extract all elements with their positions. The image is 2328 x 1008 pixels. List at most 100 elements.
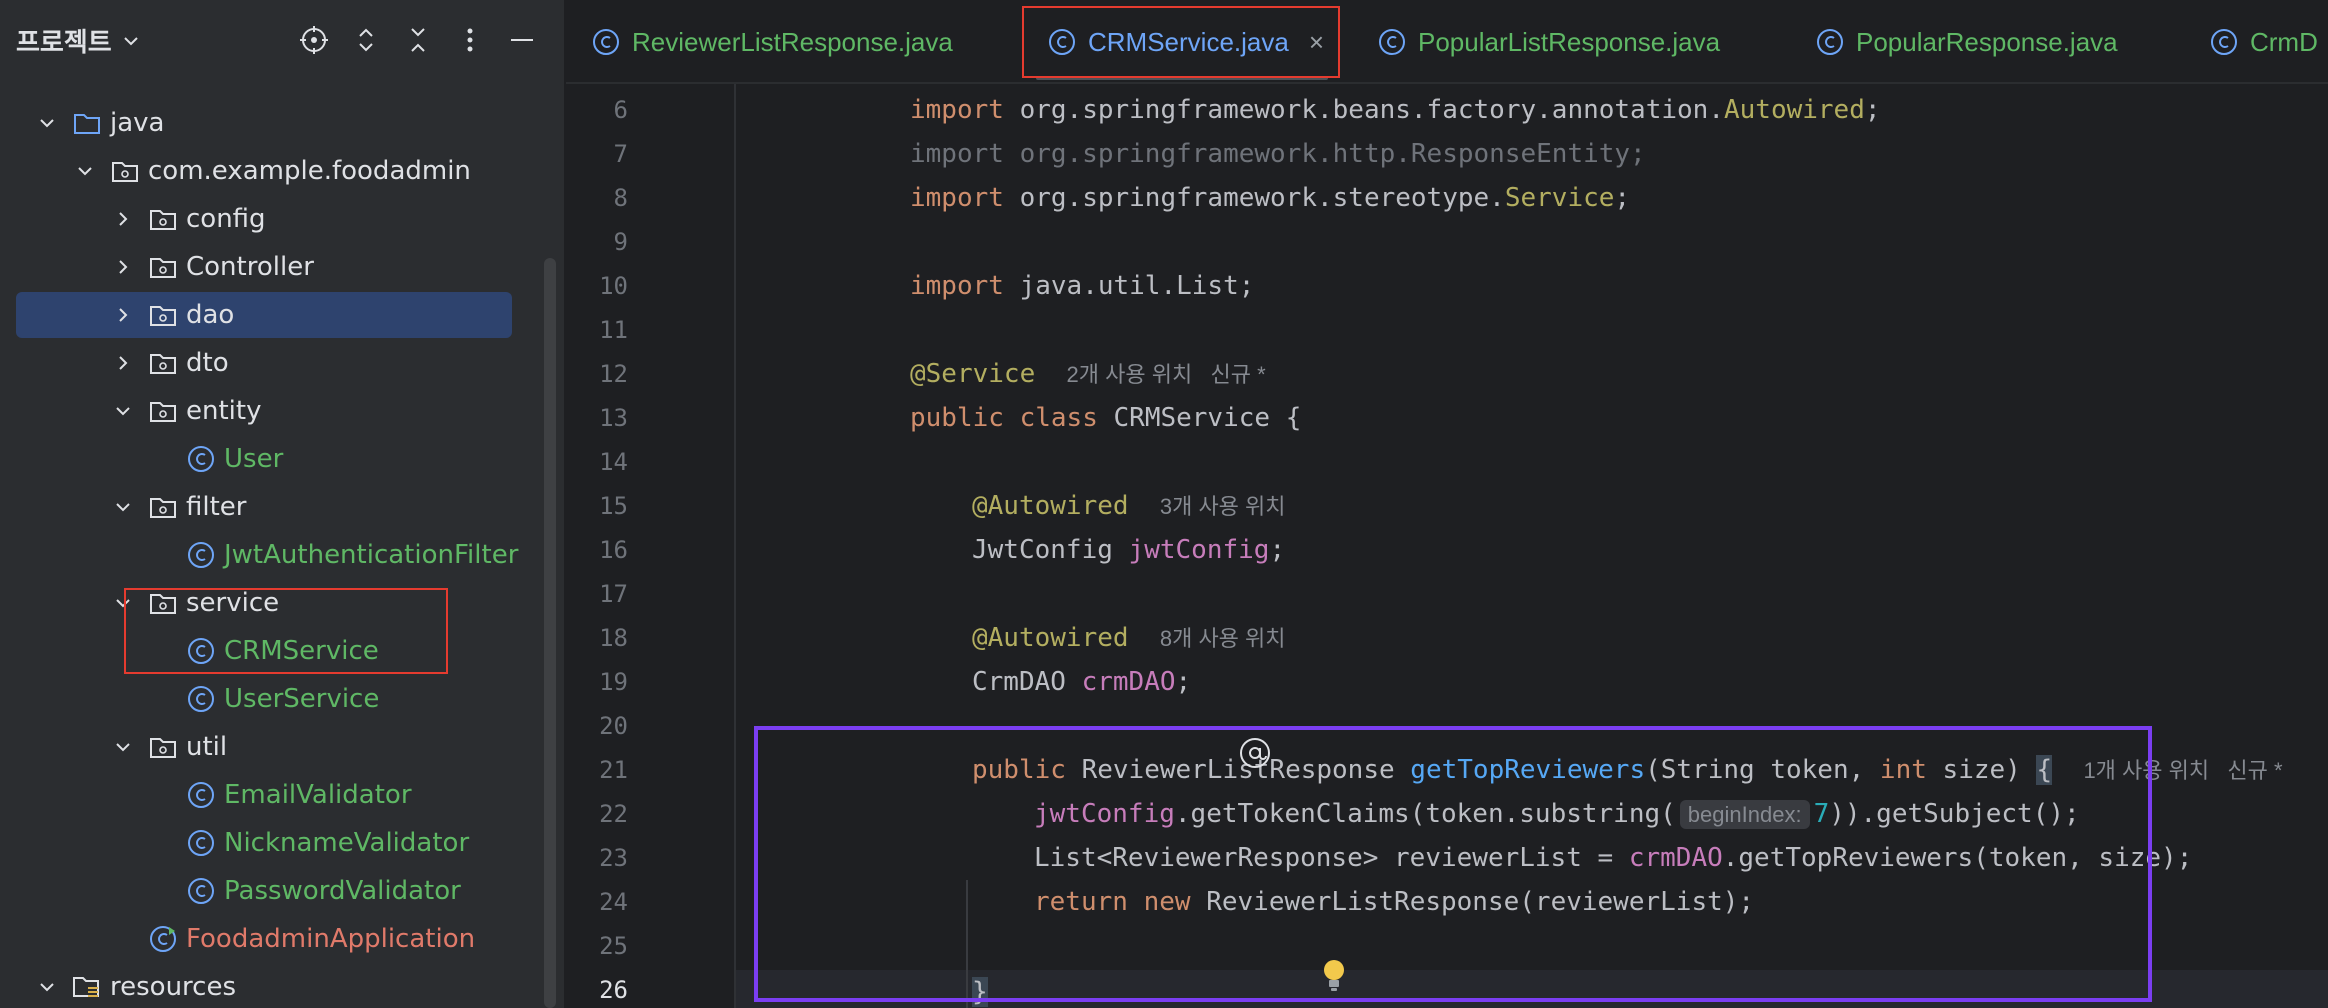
class-icon — [186, 684, 216, 714]
more-options-icon[interactable] — [452, 22, 488, 58]
line-number: 13 — [599, 404, 628, 432]
editor-tab-bar: ReviewerListResponse.java CRMService.jav… — [566, 0, 2328, 84]
code-line-7: import org.springframework.http.Response… — [910, 139, 1646, 169]
tree-item-foodadminapplication[interactable]: FoodadminApplication — [0, 918, 540, 960]
code-line-10: import java.util.List; — [910, 271, 1255, 301]
code-line-8: import org.springframework.stereotype.Se… — [910, 183, 1631, 213]
tree-item-label: FoodadminApplication — [186, 924, 476, 954]
resources-folder-icon — [72, 972, 102, 1002]
line-number: 14 — [599, 448, 628, 476]
tree-item-label: PasswordValidator — [224, 876, 461, 906]
tree-item-passwordvalidator[interactable]: PasswordValidator — [0, 870, 540, 912]
package-icon — [148, 300, 178, 330]
line-number: 22 — [599, 800, 628, 828]
usages-hint[interactable]: 2개 사용 위치 신규 * — [1067, 362, 1266, 387]
package-icon — [148, 492, 178, 522]
class-icon — [2210, 28, 2238, 56]
project-view-selector[interactable]: 프로젝트 — [16, 22, 140, 59]
tree-item-label: JwtAuthenticationFilter — [224, 540, 519, 570]
chevron-down-icon[interactable] — [112, 496, 134, 518]
tree-item-emailvalidator[interactable]: EmailValidator — [0, 774, 540, 816]
class-icon — [186, 444, 216, 474]
tree-item-label: config — [186, 204, 266, 234]
collapse-all-icon[interactable] — [400, 22, 436, 58]
package-icon — [148, 204, 178, 234]
chevron-right-icon[interactable] — [112, 256, 134, 278]
tree-item-java[interactable]: java — [0, 102, 540, 144]
tree-item-config[interactable]: config — [0, 198, 540, 240]
chevron-down-icon[interactable] — [36, 112, 58, 134]
tree-item-nicknamevalidator[interactable]: NicknameValidator — [0, 822, 540, 864]
tree-item-label: filter — [186, 492, 247, 522]
project-panel-header: 프로젝트 — [0, 0, 566, 84]
class-icon — [1816, 28, 1844, 56]
tree-item-dto[interactable]: dto — [0, 342, 540, 384]
tree-item-dao[interactable]: dao — [0, 292, 540, 338]
tree-item-label: util — [186, 732, 228, 762]
tree-item-util[interactable]: util — [0, 726, 540, 768]
line-number: 9 — [613, 228, 628, 256]
tree-item-label: EmailValidator — [224, 780, 412, 810]
tab-crmdao[interactable]: CrmD — [2210, 0, 2318, 82]
line-number: 17 — [599, 580, 628, 608]
chevron-down-icon[interactable] — [112, 400, 134, 422]
line-number-gutter: 6 7 8 9 10 11 12 13 14 15 16 17 18 19 20… — [566, 84, 736, 1008]
expand-all-icon[interactable] — [348, 22, 384, 58]
chevron-down-icon[interactable] — [74, 160, 96, 182]
code-line-13: public class CRMService { — [910, 403, 1302, 433]
highlight-box-active-tab — [1022, 6, 1340, 78]
tree-item-resources[interactable]: resources — [0, 966, 540, 1008]
chevron-right-icon[interactable] — [112, 304, 134, 326]
tree-item-entity[interactable]: entity — [0, 390, 540, 432]
tree-item-label: entity — [186, 396, 262, 426]
tree-item-user[interactable]: User — [0, 438, 540, 480]
gutter-separator — [734, 84, 736, 1008]
tab-reviewerlistresponse[interactable]: ReviewerListResponse.java — [592, 0, 953, 82]
tree-item-label: java — [110, 108, 165, 138]
tree-item-label: User — [224, 444, 284, 474]
package-icon — [148, 348, 178, 378]
tree-item-userservice[interactable]: UserService — [0, 678, 540, 720]
line-number: 10 — [599, 272, 628, 300]
tree-item-jwt-filter[interactable]: JwtAuthenticationFilter — [0, 534, 540, 576]
line-number: 7 — [613, 140, 628, 168]
tree-item-label: NicknameValidator — [224, 828, 470, 858]
line-number: 19 — [599, 668, 628, 696]
chevron-right-icon[interactable] — [112, 208, 134, 230]
tab-popularresponse[interactable]: PopularResponse.java — [1816, 0, 2118, 82]
usages-hint[interactable]: 8개 사용 위치 — [1160, 626, 1286, 651]
tree-item-package[interactable]: com.example.foodadmin — [0, 150, 540, 192]
tree-item-label: Controller — [186, 252, 314, 282]
tree-scrollbar[interactable] — [544, 258, 556, 1008]
highlight-box-service — [124, 588, 448, 674]
class-icon — [186, 828, 216, 858]
class-icon — [592, 28, 620, 56]
package-icon — [148, 396, 178, 426]
code-line-19: CrmDAO crmDAO; — [972, 667, 1192, 697]
line-number: 11 — [599, 316, 628, 344]
code-line-12: @Service 2개 사용 위치 신규 * — [910, 359, 1266, 389]
code-line-6: import org.springframework.beans.factory… — [910, 95, 1881, 125]
package-icon — [148, 732, 178, 762]
locate-file-icon[interactable] — [296, 22, 332, 58]
spring-app-class-icon — [148, 924, 178, 954]
tree-item-controller[interactable]: Controller — [0, 246, 540, 288]
hide-panel-icon[interactable] — [504, 22, 540, 58]
line-number: 20 — [599, 712, 628, 740]
chevron-down-icon[interactable] — [112, 736, 134, 758]
chevron-down-icon[interactable] — [36, 976, 58, 998]
code-line-18: @Autowired 8개 사용 위치 — [972, 623, 1286, 653]
line-number: 12 — [599, 360, 628, 388]
tree-item-filter[interactable]: filter — [0, 486, 540, 528]
chevron-right-icon[interactable] — [112, 352, 134, 374]
project-panel: 프로젝트 java com.example.foodadmin config C… — [0, 0, 566, 1008]
line-number: 24 — [599, 888, 628, 916]
tab-popularlistresponse[interactable]: PopularListResponse.java — [1378, 0, 1720, 82]
code-line-15: @Autowired 3개 사용 위치 — [972, 491, 1286, 521]
line-number: 25 — [599, 932, 628, 960]
chevron-down-icon — [123, 36, 138, 45]
line-number: 6 — [613, 96, 628, 124]
usages-hint[interactable]: 3개 사용 위치 — [1160, 494, 1286, 519]
class-icon — [186, 780, 216, 810]
class-icon — [186, 540, 216, 570]
